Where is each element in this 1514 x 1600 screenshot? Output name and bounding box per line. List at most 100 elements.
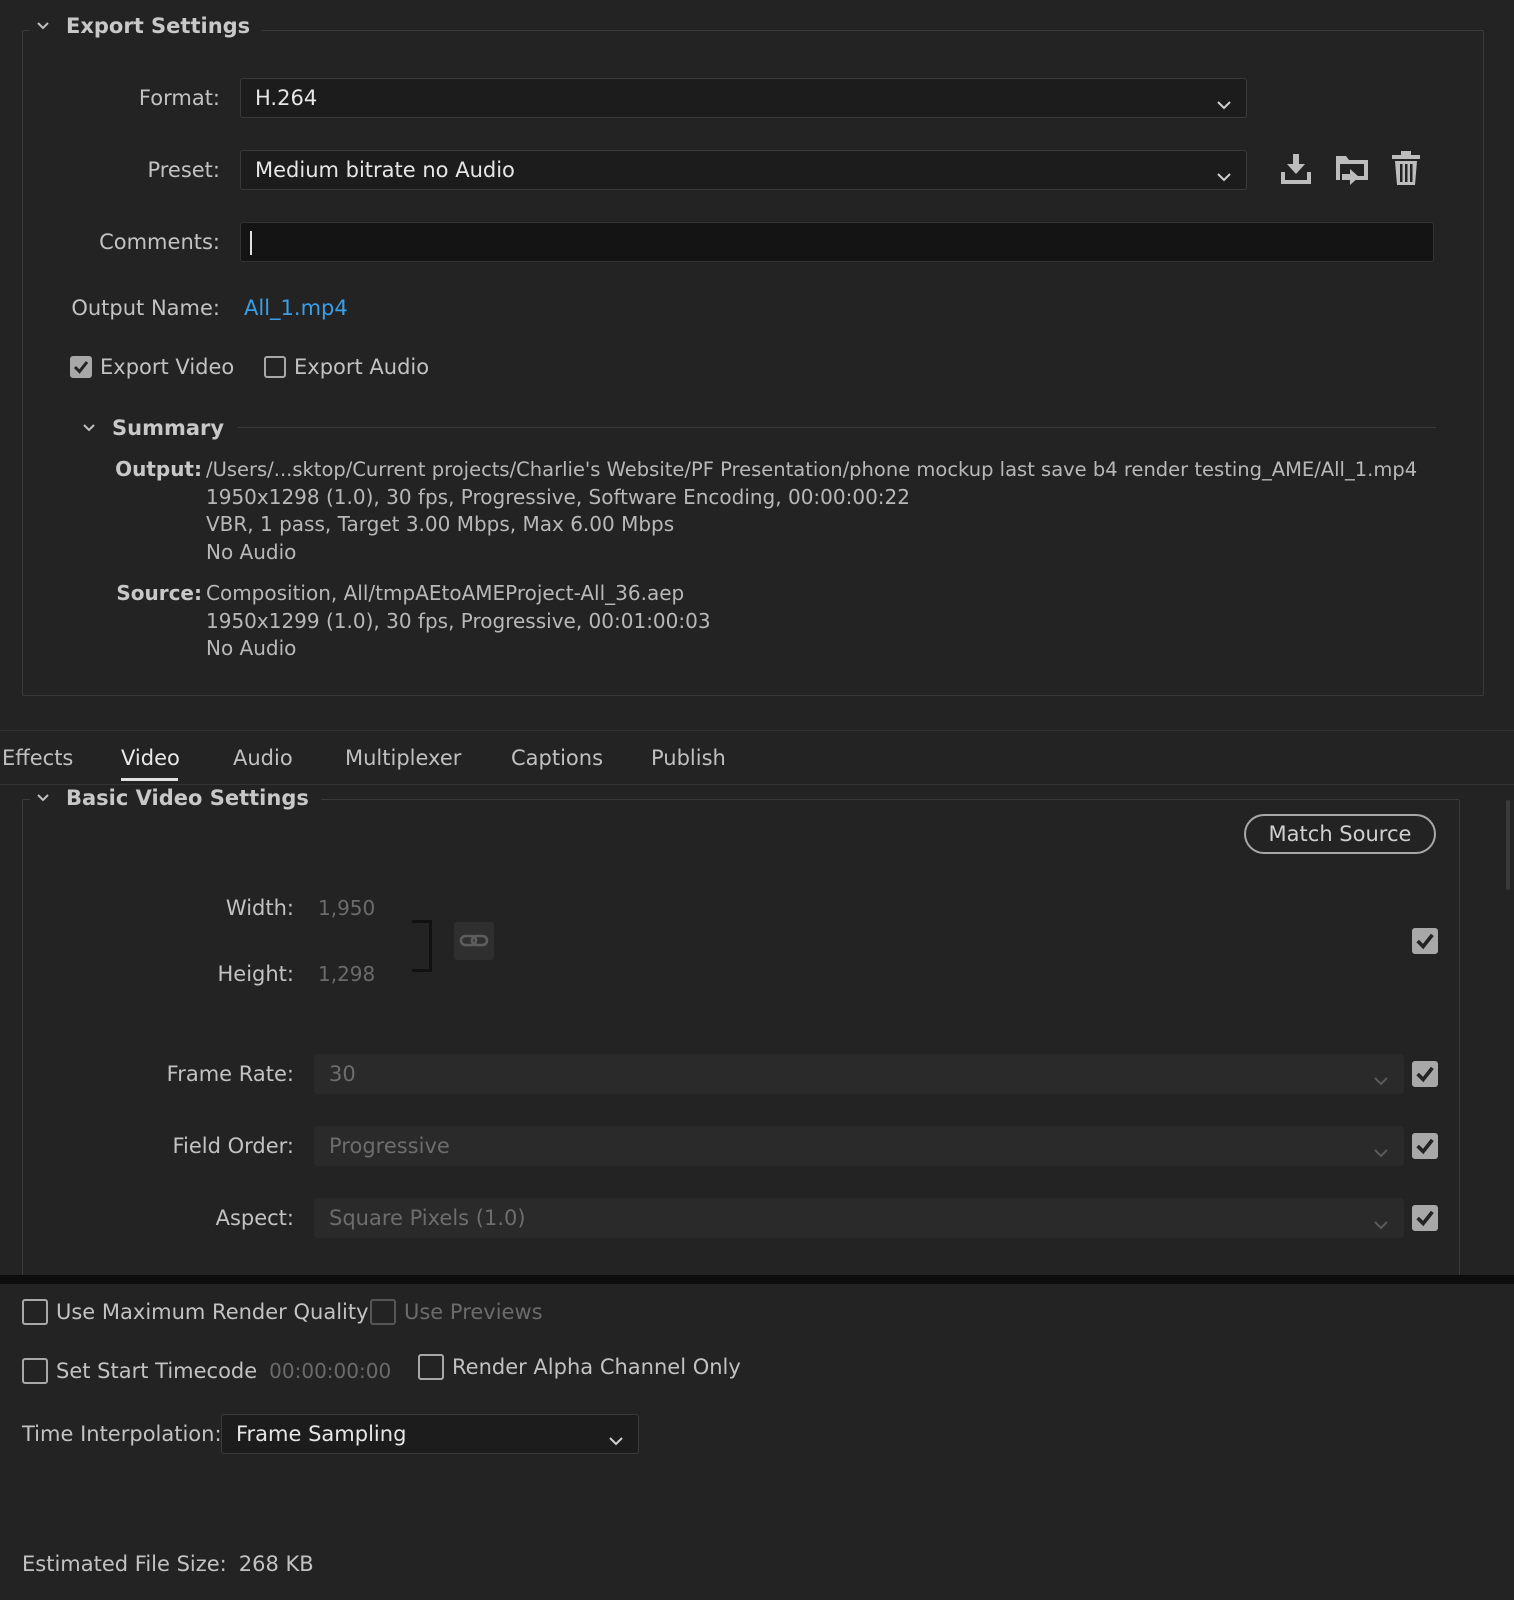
render-alpha-checkbox[interactable] <box>418 1354 444 1380</box>
active-tab-underline <box>121 778 178 781</box>
link-icon <box>459 934 489 947</box>
estimated-file-size: Estimated File Size: 268 KB <box>22 1550 314 1578</box>
comments-label: Comments: <box>99 230 220 254</box>
tab-multiplexer[interactable]: Multiplexer <box>345 746 461 770</box>
tab-video[interactable]: Video <box>121 746 180 770</box>
frame-rate-match-checkbox[interactable] <box>1412 1061 1438 1087</box>
aspect-label: Aspect: <box>215 1206 294 1230</box>
time-interpolation-value: Frame Sampling <box>236 1422 407 1446</box>
format-value: H.264 <box>255 86 318 110</box>
comments-field[interactable] <box>240 222 1434 262</box>
import-folder-icon <box>1336 156 1368 185</box>
set-start-timecode-checkbox[interactable] <box>22 1358 48 1384</box>
chevron-down-icon <box>82 422 95 434</box>
match-source-button[interactable]: Match Source <box>1244 814 1436 854</box>
estimated-size-value: 268 KB <box>238 1552 314 1576</box>
width-label: Width: <box>225 896 294 920</box>
summary-title: Summary <box>112 416 225 440</box>
render-alpha-label: Render Alpha Channel Only <box>452 1355 741 1379</box>
frame-rate-dropdown[interactable]: 30 <box>314 1054 1404 1094</box>
chevron-down-icon <box>1373 1068 1389 1092</box>
chevron-down-icon <box>608 1428 624 1452</box>
max-render-quality-checkbox[interactable] <box>22 1299 48 1325</box>
set-start-timecode-label: Set Start Timecode <box>56 1359 258 1383</box>
export-audio-label: Export Audio <box>294 355 430 379</box>
summary-source-line: No Audio <box>206 636 297 660</box>
start-timecode-value[interactable]: 00:00:00:00 <box>269 1359 391 1383</box>
summary-source-line: 1950x1299 (1.0), 30 fps, Progressive, 00… <box>206 608 711 633</box>
preset-label: Preset: <box>147 158 220 182</box>
export-video-label: Export Video <box>100 355 235 379</box>
width-value[interactable]: 1,950 <box>318 894 375 922</box>
frame-rate-label: Frame Rate: <box>166 1062 294 1086</box>
summary-output-label: Output: <box>115 457 202 481</box>
chevron-down-icon <box>36 792 49 804</box>
format-dropdown[interactable]: H.264 <box>240 78 1247 118</box>
aspect-value: Square Pixels (1.0) <box>329 1206 526 1230</box>
field-order-value: Progressive <box>329 1134 450 1158</box>
text-cursor <box>250 231 252 255</box>
save-preset-button[interactable] <box>1278 152 1314 186</box>
summary-header[interactable]: Summary <box>82 416 224 440</box>
export-settings-title: Export Settings <box>66 14 251 38</box>
chevron-down-icon <box>36 20 49 32</box>
output-name-label: Output Name: <box>71 296 220 320</box>
field-order-label: Field Order: <box>172 1134 294 1158</box>
use-previews-label: Use Previews <box>404 1300 543 1324</box>
summary-source-lines: Composition, All/tmpAEtoAMEProject-All_3… <box>206 580 711 663</box>
scrollbar-track[interactable] <box>1506 800 1510 890</box>
summary-source-line: Composition, All/tmpAEtoAMEProject-All_3… <box>206 581 685 605</box>
chevron-down-icon <box>1216 92 1232 116</box>
aspect-dropdown[interactable]: Square Pixels (1.0) <box>314 1198 1404 1238</box>
height-label: Height: <box>217 962 295 986</box>
trash-icon <box>1392 151 1420 185</box>
tab-effects[interactable]: Effects <box>2 746 73 770</box>
export-video-checkbox[interactable] <box>70 356 92 378</box>
summary-source-label: Source: <box>116 581 202 605</box>
set-start-timecode-toggle[interactable]: Set Start Timecode 00:00:00:00 <box>22 1358 391 1384</box>
preset-value: Medium bitrate no Audio <box>255 158 515 182</box>
preset-dropdown[interactable]: Medium bitrate no Audio <box>240 150 1247 190</box>
use-previews-toggle[interactable]: Use Previews <box>370 1299 543 1325</box>
summary-output-line: /Users/...sktop/Current projects/Charlie… <box>206 458 1418 481</box>
panel-splitter[interactable] <box>0 1275 1514 1284</box>
summary-output-line: No Audio <box>206 539 297 564</box>
use-previews-checkbox[interactable] <box>370 1299 396 1325</box>
download-icon <box>1281 154 1311 184</box>
delete-preset-button[interactable] <box>1390 150 1422 186</box>
tab-audio[interactable]: Audio <box>233 746 293 770</box>
dimension-bracket <box>412 920 432 972</box>
tab-bar: Effects Video Audio Multiplexer Captions… <box>0 742 1514 782</box>
chevron-down-icon <box>1373 1212 1389 1236</box>
basic-video-header[interactable]: Basic Video Settings <box>30 786 321 810</box>
tab-captions[interactable]: Captions <box>511 746 603 770</box>
export-audio-toggle[interactable]: Export Audio <box>264 355 429 379</box>
export-audio-checkbox[interactable] <box>264 356 286 378</box>
summary-divider <box>238 427 1436 428</box>
import-preset-button[interactable] <box>1334 152 1370 186</box>
format-label: Format: <box>138 86 220 110</box>
time-interpolation-label: Time Interpolation: <box>22 1422 222 1446</box>
max-render-quality-toggle[interactable]: Use Maximum Render Quality <box>22 1299 369 1325</box>
render-alpha-toggle[interactable]: Render Alpha Channel Only <box>418 1354 741 1380</box>
field-order-match-checkbox[interactable] <box>1412 1133 1438 1159</box>
output-name-link[interactable]: All_1.mp4 <box>244 294 348 322</box>
constrain-proportions-button[interactable] <box>454 922 494 960</box>
width-height-match-checkbox[interactable] <box>1412 928 1438 954</box>
height-value[interactable]: 1,298 <box>318 960 375 988</box>
chevron-down-icon <box>1216 164 1232 188</box>
frame-rate-value: 30 <box>329 1062 356 1086</box>
export-video-toggle[interactable]: Export Video <box>70 355 234 379</box>
aspect-match-checkbox[interactable] <box>1412 1205 1438 1231</box>
summary-output-line: 1950x1298 (1.0), 30 fps, Progressive, So… <box>206 484 910 509</box>
field-order-dropdown[interactable]: Progressive <box>314 1126 1404 1166</box>
summary-output-lines: /Users/...sktop/Current projects/Charlie… <box>206 456 1436 566</box>
tabs-bottom-divider <box>0 784 1514 785</box>
time-interpolation-dropdown[interactable]: Frame Sampling <box>221 1414 639 1454</box>
tabs-top-divider <box>0 730 1514 731</box>
basic-video-title: Basic Video Settings <box>66 786 309 810</box>
export-settings-header[interactable]: Export Settings <box>30 14 263 38</box>
tab-publish[interactable]: Publish <box>651 746 726 770</box>
estimated-size-label: Estimated File Size: <box>22 1552 227 1576</box>
chevron-down-icon <box>1373 1140 1389 1164</box>
